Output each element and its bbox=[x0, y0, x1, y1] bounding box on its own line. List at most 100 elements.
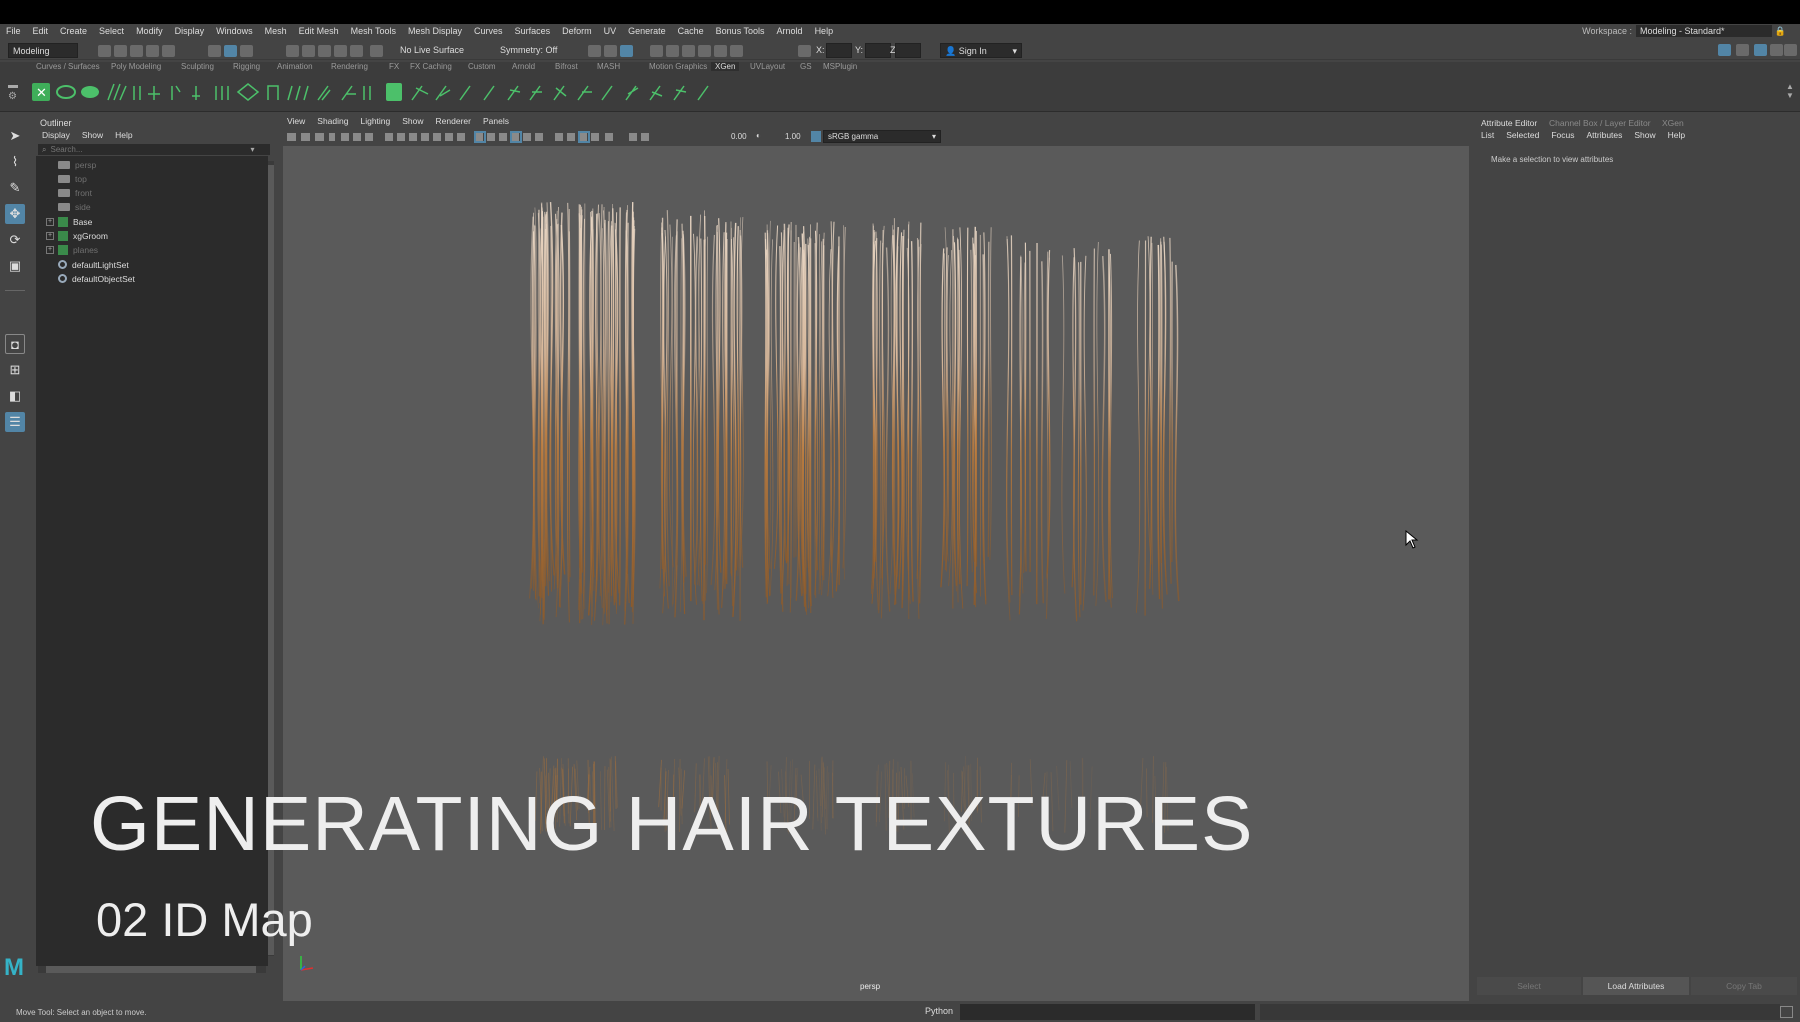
viewport-menu-renderer[interactable]: Renderer bbox=[436, 116, 471, 129]
render-settings-icon[interactable] bbox=[666, 45, 679, 57]
workspace-dropdown[interactable]: Modeling - Standard* bbox=[1636, 25, 1772, 37]
outliner-item[interactable]: persp bbox=[46, 158, 96, 171]
script-editor-icon[interactable] bbox=[1780, 1006, 1793, 1018]
shelf-tab-sculpting[interactable]: Sculpting bbox=[181, 62, 214, 71]
menu-modify[interactable]: Modify bbox=[130, 26, 169, 36]
menu-edit[interactable]: Edit bbox=[27, 26, 55, 36]
shelf-tab-msplugin[interactable]: MSPlugin bbox=[823, 62, 857, 71]
shelf-tab-curves-surfaces[interactable]: Curves / Surfaces bbox=[36, 62, 100, 71]
menu-create[interactable]: Create bbox=[54, 26, 93, 36]
snap-vertex-icon[interactable] bbox=[370, 45, 383, 57]
command-language[interactable]: Python bbox=[925, 1006, 953, 1016]
menu-select[interactable]: Select bbox=[93, 26, 130, 36]
symmetry-dropdown[interactable]: Symmetry: Off bbox=[500, 45, 557, 55]
viewport-menu-show[interactable]: Show bbox=[402, 116, 423, 129]
color-space-dropdown[interactable]: sRGB gamma ▾ bbox=[823, 130, 941, 143]
select-hierarchy-icon[interactable] bbox=[208, 45, 221, 57]
menu-mesh[interactable]: Mesh bbox=[259, 26, 293, 36]
menu-arnold[interactable]: Arnold bbox=[771, 26, 809, 36]
menu-mesh-tools[interactable]: Mesh Tools bbox=[345, 26, 402, 36]
x-field[interactable] bbox=[826, 43, 852, 58]
expand-icon[interactable]: + bbox=[46, 246, 54, 255]
xgen-shelf-icons[interactable]: ✕ bbox=[30, 74, 810, 112]
menu-windows[interactable]: Windows bbox=[210, 26, 259, 36]
render-icon[interactable] bbox=[620, 45, 633, 57]
attr-menu-selected[interactable]: Selected bbox=[1506, 130, 1539, 140]
outliner-menu-display[interactable]: Display bbox=[42, 130, 70, 140]
rotate-tool-icon[interactable]: ⟳ bbox=[5, 230, 25, 250]
attribute-editor-toggle-icon[interactable] bbox=[1754, 44, 1767, 56]
scale-tool-icon[interactable]: ▣ bbox=[5, 256, 25, 276]
hypershade-icon[interactable] bbox=[682, 45, 695, 57]
shelf-tab-gs[interactable]: GS bbox=[800, 62, 812, 71]
four-view-icon[interactable]: ⊞ bbox=[5, 360, 25, 380]
move-tool-icon[interactable]: ✥ bbox=[5, 204, 25, 224]
tab-attribute-editor[interactable]: Attribute Editor bbox=[1481, 118, 1537, 128]
shelf-scroll-icon[interactable]: ▲ ▼ bbox=[1786, 82, 1794, 100]
tab-xgen[interactable]: XGen bbox=[1662, 118, 1684, 128]
menu-edit-mesh[interactable]: Edit Mesh bbox=[293, 26, 345, 36]
outliner-hscrollbar[interactable] bbox=[38, 966, 266, 973]
select-object-icon[interactable] bbox=[224, 45, 237, 57]
pause-icon[interactable] bbox=[730, 45, 743, 57]
outliner-item[interactable]: + planes bbox=[46, 244, 98, 257]
modeling-toolkit-icon[interactable] bbox=[1736, 44, 1749, 56]
load-attributes-button[interactable]: Load Attributes bbox=[1583, 977, 1689, 995]
gamma-value[interactable]: 1.00 bbox=[785, 132, 801, 141]
viewport-canvas[interactable] bbox=[283, 146, 1469, 1002]
open-scene-icon[interactable] bbox=[114, 45, 127, 57]
paint-select-icon[interactable]: ✎ bbox=[5, 178, 25, 198]
attr-menu-show[interactable]: Show bbox=[1634, 130, 1655, 140]
sign-in-button[interactable]: 👤 Sign In ▾ bbox=[940, 43, 1022, 58]
menu-deform[interactable]: Deform bbox=[556, 26, 598, 36]
lasso-tool-icon[interactable]: ⌇ bbox=[5, 152, 25, 172]
layout-icon[interactable] bbox=[1718, 44, 1731, 56]
snap-point-icon[interactable] bbox=[318, 45, 331, 57]
menu-bonus-tools[interactable]: Bonus Tools bbox=[710, 26, 771, 36]
shelf-menu-icon[interactable]: ▬ ⚙ bbox=[8, 80, 22, 106]
outliner-item[interactable]: defaultObjectSet bbox=[46, 272, 135, 285]
undo-icon[interactable] bbox=[146, 45, 159, 57]
outliner-item[interactable]: defaultLightSet bbox=[46, 258, 129, 271]
y-field[interactable] bbox=[865, 43, 891, 58]
tab-channel-box-layer-editor[interactable]: Channel Box / Layer Editor bbox=[1549, 118, 1651, 128]
shelf-tab-uvlayout[interactable]: UVLayout bbox=[750, 62, 785, 71]
shelf-tab-motion-graphics[interactable]: Motion Graphics bbox=[649, 62, 707, 71]
select-tool-icon[interactable]: ➤ bbox=[5, 126, 25, 146]
shelf-tab-mash[interactable]: MASH bbox=[597, 62, 620, 71]
viewport-toolbar-icons[interactable] bbox=[285, 131, 755, 143]
new-scene-icon[interactable] bbox=[98, 45, 111, 57]
outliner-item[interactable]: side bbox=[46, 201, 91, 214]
expand-icon[interactable]: + bbox=[46, 232, 54, 240]
ipr-icon[interactable] bbox=[604, 45, 617, 57]
menu-display[interactable]: Display bbox=[169, 26, 211, 36]
expand-icon[interactable]: + bbox=[46, 217, 54, 226]
viewport-menu-lighting[interactable]: Lighting bbox=[360, 116, 390, 129]
transform-mode-icon[interactable] bbox=[798, 45, 811, 57]
chevron-down-icon[interactable]: ▾ bbox=[250, 145, 254, 154]
shelf-tab-animation[interactable]: Animation bbox=[277, 62, 313, 71]
snap-surface-icon[interactable] bbox=[350, 45, 363, 57]
outliner-search-input[interactable] bbox=[50, 145, 251, 154]
workspace-selector[interactable]: Workspace : Modeling - Standard* 🔒 bbox=[1582, 25, 1786, 37]
menu-surfaces[interactable]: Surfaces bbox=[509, 26, 557, 36]
light-editor-icon[interactable] bbox=[698, 45, 711, 57]
shelf-tab-bifrost[interactable]: Bifrost bbox=[555, 62, 578, 71]
menu-help[interactable]: Help bbox=[809, 26, 840, 36]
viewport-menu-shading[interactable]: Shading bbox=[317, 116, 348, 129]
shelf-tab-rendering[interactable]: Rendering bbox=[331, 62, 368, 71]
live-surface-label[interactable]: No Live Surface bbox=[400, 45, 464, 55]
attr-menu-help[interactable]: Help bbox=[1668, 130, 1685, 140]
outliner-item[interactable]: front bbox=[46, 187, 92, 200]
single-view-icon[interactable]: ◘ bbox=[5, 334, 25, 354]
shelf-tab-fx-caching[interactable]: FX Caching bbox=[410, 62, 452, 71]
attr-menu-focus[interactable]: Focus bbox=[1551, 130, 1574, 140]
menu-generate[interactable]: Generate bbox=[622, 26, 672, 36]
shelf-tab-fx[interactable]: FX bbox=[389, 62, 399, 71]
menu-file[interactable]: File bbox=[0, 26, 27, 36]
outliner-item[interactable]: top bbox=[46, 172, 87, 185]
snap-curve-icon[interactable] bbox=[302, 45, 315, 57]
shelf-tab-rigging[interactable]: Rigging bbox=[233, 62, 260, 71]
command-input[interactable] bbox=[960, 1004, 1255, 1020]
history-icon[interactable] bbox=[588, 45, 601, 57]
